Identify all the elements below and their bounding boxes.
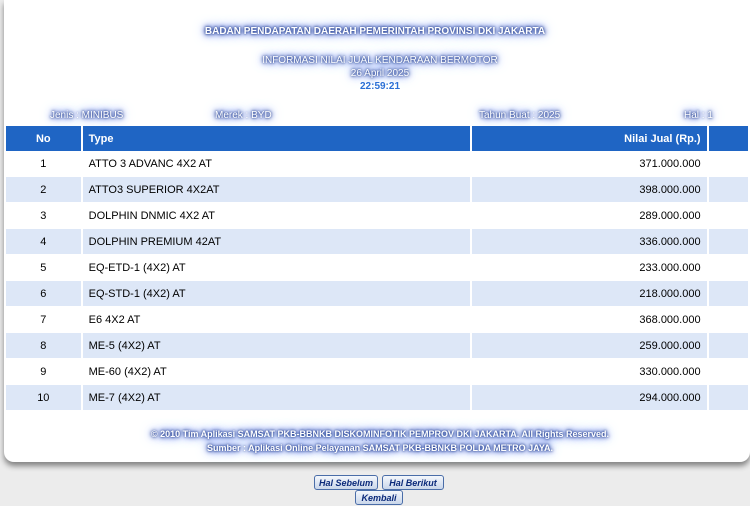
cell-no: 1 [6,151,81,177]
cell-value: 289.000.000 [472,203,707,229]
back-button[interactable]: Kembali [355,490,403,505]
report-date: 26 April 2025 [350,68,410,79]
cell-value: 330.000.000 [472,359,707,385]
prev-page-button[interactable]: Hal Sebelum [314,475,378,490]
cell-type: ATTO3 SUPERIOR 4X2AT [82,177,471,203]
table-row: 6 EQ-STD-1 (4X2) AT 218.000.000 [6,281,748,307]
info-jenis: Jenis : MINIBUS [50,110,124,121]
cell-spacer [708,281,748,307]
cell-value: 218.000.000 [472,281,707,307]
cell-type: ME-5 (4X2) AT [82,333,471,359]
cell-spacer [708,255,748,281]
table-row: 4 DOLPHIN PREMIUM 42AT 336.000.000 [6,229,748,255]
cell-value: 368.000.000 [472,307,707,333]
cell-no: 5 [6,255,81,281]
table-row: 8 ME-5 (4X2) AT 259.000.000 [6,333,748,359]
table-row: 7 E6 4X2 AT 368.000.000 [6,307,748,333]
cell-spacer [708,359,748,385]
vehicle-value-table: No Type Nilai Jual (Rp.) 1 ATTO 3 ADVANC… [4,126,750,411]
header-type: Type [82,126,471,151]
cell-type: EQ-STD-1 (4X2) AT [82,281,471,307]
cell-value: 294.000.000 [472,385,707,411]
cell-no: 7 [6,307,81,333]
cell-no: 8 [6,333,81,359]
cell-spacer [708,385,748,411]
table-row: 10 ME-7 (4X2) AT 294.000.000 [6,385,748,411]
cell-type: ME-7 (4X2) AT [82,385,471,411]
info-hal: Hal : 1 [684,110,713,121]
cell-value: 336.000.000 [472,229,707,255]
table-row: 9 ME-60 (4X2) AT 330.000.000 [6,359,748,385]
next-page-button[interactable]: Hal Berikut [382,475,444,490]
cell-type: EQ-ETD-1 (4X2) AT [82,255,471,281]
cell-type: DOLPHIN PREMIUM 42AT [82,229,471,255]
cell-type: DOLPHIN DNMIC 4X2 AT [82,203,471,229]
header-value: Nilai Jual (Rp.) [472,126,707,151]
cell-type: ATTO 3 ADVANC 4X2 AT [82,151,471,177]
source-text: Sumber : Aplikasi Online Pelayanan SAMSA… [206,443,554,453]
cell-spacer [708,177,748,203]
info-merek: Merek : BYD [215,110,272,121]
table-row: 3 DOLPHIN DNMIC 4X2 AT 289.000.000 [6,203,748,229]
cell-no: 9 [6,359,81,385]
page-subtitle: INFORMASI NILAI JUAL KENDARAAN BERMOTOR [262,55,498,66]
cell-no: 6 [6,281,81,307]
cell-spacer [708,151,748,177]
cell-spacer [708,203,748,229]
cell-no: 10 [6,385,81,411]
cell-spacer [708,307,748,333]
cell-no: 3 [6,203,81,229]
cell-type: E6 4X2 AT [82,307,471,333]
table-row: 2 ATTO3 SUPERIOR 4X2AT 398.000.000 [6,177,748,203]
cell-value: 371.000.000 [472,151,707,177]
table-row: 1 ATTO 3 ADVANC 4X2 AT 371.000.000 [6,151,748,177]
header-spacer [708,126,748,151]
header-no: No [6,126,81,151]
agency-title: BADAN PENDAPATAN DAERAH PEMERINTAH PROVI… [204,26,546,37]
cell-type: ME-60 (4X2) AT [82,359,471,385]
cell-spacer [708,333,748,359]
cell-no: 2 [6,177,81,203]
cell-spacer [708,229,748,255]
cell-value: 398.000.000 [472,177,707,203]
copyright-text: © 2010 Tim Aplikasi SAMSAT PKB-BBNKB DIS… [150,429,610,439]
report-time: 22:59:21 [359,81,401,92]
table-header-row: No Type Nilai Jual (Rp.) [6,126,748,151]
cell-value: 259.000.000 [472,333,707,359]
cell-no: 4 [6,229,81,255]
table-row: 5 EQ-ETD-1 (4X2) AT 233.000.000 [6,255,748,281]
cell-value: 233.000.000 [472,255,707,281]
info-tahun: Tahun Buat : 2025 [479,110,561,121]
